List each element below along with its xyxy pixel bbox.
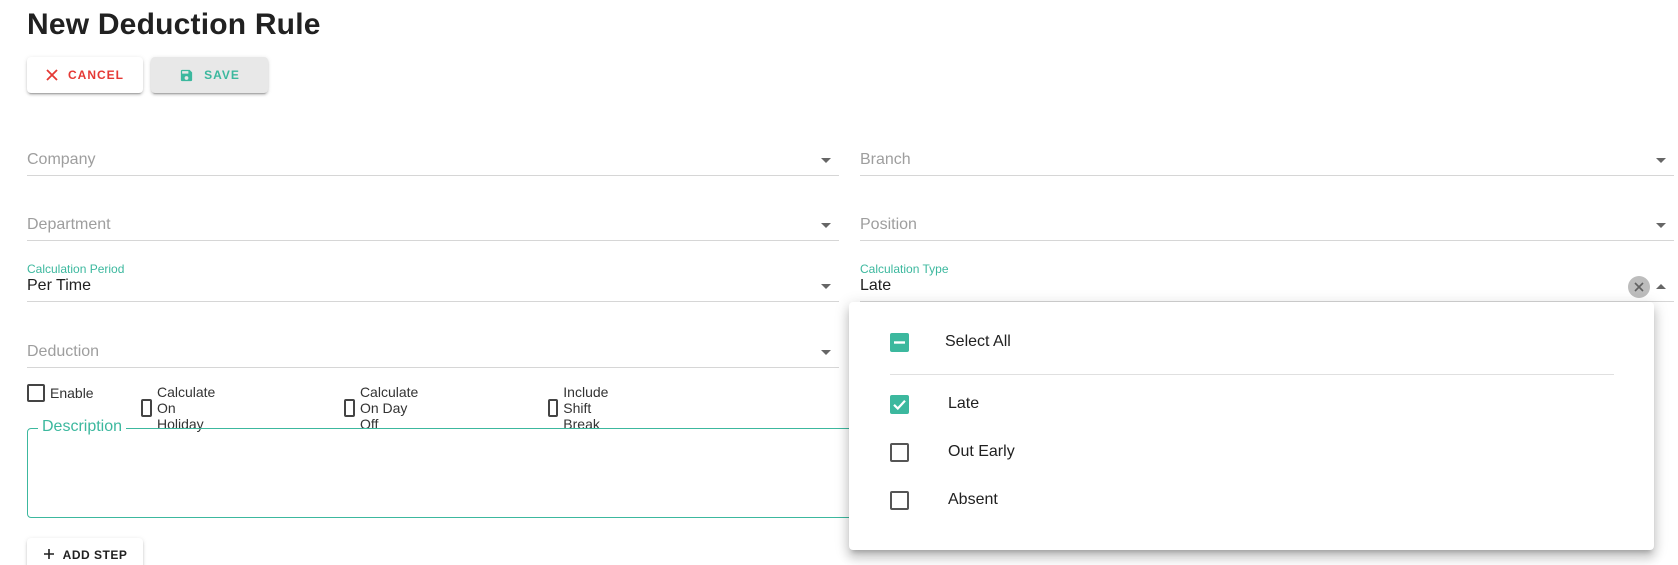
calculation-type-value: Late: [860, 277, 892, 294]
position-select[interactable]: Position: [860, 213, 1674, 241]
save-button[interactable]: SAVE: [151, 57, 268, 93]
save-icon: [180, 69, 193, 81]
checkbox-box[interactable]: [548, 399, 559, 417]
checkbox-box[interactable]: [344, 399, 355, 417]
calculate-on-day-off-checkbox[interactable]: Calculate On Day Off: [344, 384, 425, 432]
calculate-on-day-off-label: Calculate On Day Off: [359, 384, 419, 432]
calculate-on-holiday-checkbox[interactable]: Calculate On Holiday: [141, 384, 222, 432]
chevron-down-icon: [821, 223, 831, 228]
chevron-down-icon: [1656, 158, 1666, 163]
branch-placeholder: Branch: [860, 151, 911, 168]
deduction-select[interactable]: Deduction: [27, 340, 839, 368]
calculation-type-label: Calculation Type: [860, 262, 949, 276]
department-select[interactable]: Department: [27, 213, 839, 241]
menu-item-absent[interactable]: Absent: [849, 478, 1654, 522]
calculation-period-value: Per Time: [27, 277, 92, 294]
page-title: New Deduction Rule: [27, 8, 321, 41]
chevron-down-icon: [1656, 223, 1666, 228]
company-placeholder: Company: [27, 151, 96, 168]
position-placeholder: Position: [860, 216, 917, 233]
select-all-label: Select All: [945, 333, 1011, 350]
include-shift-break-label: Include Shift Break: [563, 384, 609, 432]
add-step-button[interactable]: ADD STEP: [27, 538, 143, 565]
menu-item-out-early[interactable]: Out Early: [849, 430, 1654, 474]
menu-item-label: Absent: [948, 491, 998, 508]
department-placeholder: Department: [27, 216, 111, 233]
chevron-down-icon: [821, 284, 831, 289]
include-shift-break-checkbox[interactable]: Include Shift Break: [548, 384, 616, 432]
cancel-button[interactable]: CANCEL: [27, 57, 143, 93]
checkbox-box[interactable]: [27, 384, 45, 402]
menu-item-select-all[interactable]: Select All: [849, 320, 1654, 364]
menu-item-late[interactable]: Late: [849, 382, 1654, 426]
indeterminate-checkbox-icon[interactable]: [890, 332, 909, 352]
calculate-on-holiday-label: Calculate On Holiday: [156, 384, 216, 432]
calculation-type-select[interactable]: Calculation Type Late: [860, 262, 1674, 302]
clear-icon[interactable]: [1628, 276, 1650, 298]
menu-divider: [890, 374, 1614, 375]
branch-select[interactable]: Branch: [860, 148, 1674, 176]
enable-checkbox[interactable]: Enable: [27, 384, 94, 402]
add-step-label: ADD STEP: [62, 548, 128, 562]
cancel-button-label: CANCEL: [68, 68, 124, 82]
plus-icon: [43, 549, 54, 559]
close-icon: [46, 69, 58, 81]
deduction-rule-page: New Deduction Rule CANCEL SAVE Company B…: [0, 0, 1678, 565]
calculation-period-select[interactable]: Calculation Period Per Time: [27, 262, 839, 302]
company-select[interactable]: Company: [27, 148, 839, 176]
save-button-label: SAVE: [204, 68, 240, 82]
checkbox-icon[interactable]: [890, 490, 909, 510]
menu-item-label: Late: [948, 395, 980, 412]
chevron-down-icon: [821, 350, 831, 355]
description-label: Description: [38, 418, 127, 436]
calculation-type-menu: Select All Late Out Early Absent: [849, 302, 1654, 550]
chevron-up-icon[interactable]: [1656, 284, 1666, 289]
chevron-down-icon: [821, 158, 831, 163]
enable-checkbox-label: Enable: [50, 385, 94, 401]
calculation-period-label: Calculation Period: [27, 262, 125, 276]
checkbox-icon[interactable]: [890, 442, 909, 462]
menu-item-label: Out Early: [948, 443, 1015, 460]
checked-checkbox-icon[interactable]: [890, 394, 909, 414]
deduction-placeholder: Deduction: [27, 343, 100, 360]
checkbox-box[interactable]: [141, 399, 152, 417]
